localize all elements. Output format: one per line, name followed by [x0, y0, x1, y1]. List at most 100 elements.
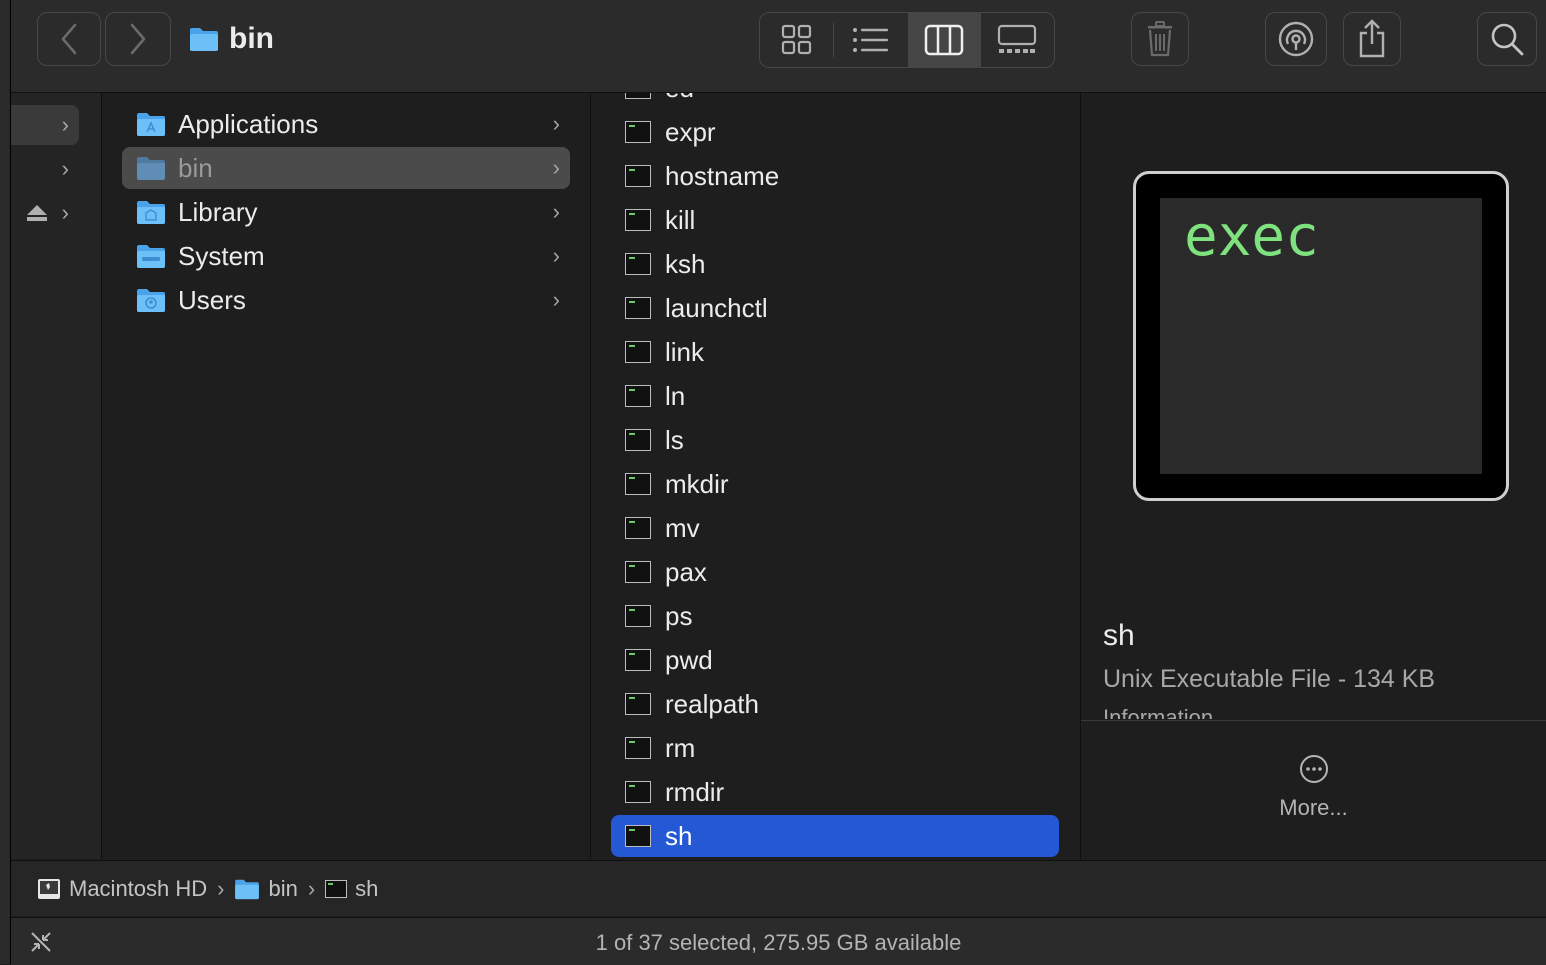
delete-button[interactable] [1131, 12, 1189, 66]
list-item[interactable]: rm [611, 727, 1059, 769]
folder-icon [235, 879, 260, 899]
executable-icon [625, 253, 651, 275]
executable-icon [625, 93, 651, 99]
list-item[interactable]: rmdir [611, 771, 1059, 813]
chevron-right-icon: › [552, 199, 560, 224]
preview-divider [1081, 720, 1546, 721]
back-button[interactable] [37, 12, 101, 66]
preview-pane: exec sh Unix Executable File - 134 KB In… [1081, 93, 1546, 859]
list-item[interactable]: ksh [611, 243, 1059, 285]
list-view-button[interactable] [834, 13, 907, 67]
executable-icon [625, 737, 651, 759]
executable-icon [625, 561, 651, 583]
list-item[interactable]: pax [611, 551, 1059, 593]
list-view-icon [852, 28, 888, 52]
list-item[interactable]: ls [611, 419, 1059, 461]
icon-view-button[interactable] [760, 13, 833, 67]
crumb-label: Macintosh HD [69, 875, 208, 901]
executable-icon [325, 879, 348, 898]
preview-kind: Unix Executable File - 134 KB [1103, 665, 1436, 693]
item-label: ksh [665, 248, 706, 279]
list-item[interactable]: mkdir [611, 463, 1059, 505]
column-view-button[interactable] [907, 13, 981, 67]
item-label: hostname [665, 160, 780, 191]
item-label: kill [665, 204, 696, 235]
thumbnail-text: exec [1184, 204, 1319, 269]
sidebar-item-icloud[interactable]: › [11, 149, 79, 189]
airdrop-button[interactable] [1265, 12, 1327, 66]
list-item[interactable]: ln [611, 375, 1059, 417]
item-label: pwd [665, 644, 713, 675]
view-switcher [759, 12, 1055, 68]
item-label: expr [665, 116, 716, 147]
executable-icon [625, 429, 651, 451]
chevron-right-icon: › [552, 243, 560, 268]
share-icon [1359, 19, 1385, 58]
chevron-right-icon: › [552, 287, 560, 312]
column-view-icon [924, 24, 964, 56]
item-label: mkdir [665, 468, 729, 499]
gallery-view-icon [998, 24, 1037, 53]
more-label: More... [1279, 795, 1348, 820]
forward-button[interactable] [105, 12, 171, 66]
path-bar: Macintosh HD › bin › sh [11, 860, 1546, 916]
folder-icon [137, 157, 165, 180]
executable-icon [625, 605, 651, 627]
item-label: sh [665, 820, 693, 851]
executable-icon [625, 649, 651, 671]
item-label: Library [178, 196, 258, 227]
list-item[interactable]: Users › [122, 279, 570, 321]
item-label: bin [178, 152, 213, 183]
column-bin: ed expr hostname kill ksh launchctl link [591, 93, 1081, 859]
system-folder-icon [137, 245, 165, 268]
finder-window: bin › › › Applications › bin › Library ›… [10, 0, 1546, 965]
list-item[interactable]: link [611, 331, 1059, 373]
item-label: ps [665, 600, 693, 631]
path-crumb-disk[interactable]: Macintosh HD [37, 876, 207, 902]
sidebar: › › › [11, 93, 102, 859]
list-item[interactable]: Applications › [122, 103, 570, 145]
search-button[interactable] [1477, 12, 1537, 66]
list-item[interactable]: ed [611, 93, 1059, 109]
chevron-right-icon: › [307, 875, 316, 901]
path-crumb-folder[interactable]: bin [234, 876, 298, 902]
list-item[interactable]: Library › [122, 191, 570, 233]
executable-icon [625, 693, 651, 715]
list-item-selected[interactable]: sh [611, 815, 1059, 857]
list-item[interactable]: pwd [611, 639, 1059, 681]
item-label: ln [665, 380, 686, 411]
gallery-view-button[interactable] [981, 13, 1054, 67]
ellipsis-circle-icon [1299, 755, 1328, 783]
list-item[interactable]: bin › [122, 147, 570, 189]
sidebar-item-locations[interactable]: › [11, 193, 79, 233]
path-crumb-file[interactable]: sh [325, 876, 378, 902]
list-item[interactable]: realpath [611, 683, 1059, 725]
item-label: launchctl [665, 292, 768, 323]
item-label: realpath [665, 688, 759, 719]
chevron-right-icon: › [61, 156, 69, 181]
hard-drive-icon [38, 878, 60, 899]
list-item[interactable]: kill [611, 199, 1059, 241]
item-label: Applications [178, 108, 319, 139]
window-title: bin [189, 18, 274, 60]
item-label: rm [665, 732, 696, 763]
users-folder-icon [137, 289, 165, 312]
more-button[interactable]: More... [1081, 753, 1546, 821]
share-button[interactable] [1343, 12, 1401, 66]
item-label: link [665, 336, 705, 367]
chevron-right-icon [130, 23, 146, 55]
item-label: System [178, 240, 265, 271]
sidebar-item-favorites[interactable]: › [11, 105, 79, 145]
list-item[interactable]: launchctl [611, 287, 1059, 329]
item-label: rmdir [665, 776, 725, 807]
chevron-right-icon: › [61, 200, 69, 225]
list-item[interactable]: ps [611, 595, 1059, 637]
item-label: ls [665, 424, 684, 455]
preview-filename: sh [1103, 619, 1135, 652]
list-item[interactable]: mv [611, 507, 1059, 549]
list-item[interactable]: hostname [611, 155, 1059, 197]
search-icon [1491, 23, 1524, 56]
list-item[interactable]: System › [122, 235, 570, 277]
airdrop-icon [1278, 21, 1314, 57]
list-item[interactable]: expr [611, 111, 1059, 153]
